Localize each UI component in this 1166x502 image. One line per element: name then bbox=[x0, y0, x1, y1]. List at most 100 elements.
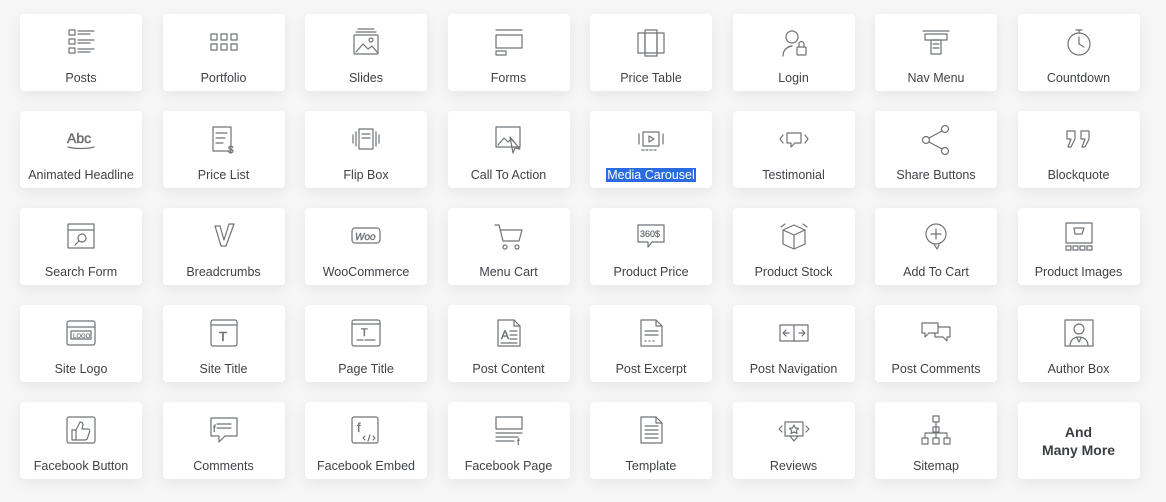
countdown-icon bbox=[1059, 24, 1099, 60]
template-icon bbox=[631, 412, 671, 448]
widget-card-post-content[interactable]: A Post Content bbox=[447, 305, 570, 382]
widget-card-media-carousel[interactable]: Media Carousel bbox=[590, 111, 712, 188]
widget-card-post-navigation[interactable]: Post Navigation bbox=[732, 305, 855, 382]
svg-text:LOGO: LOGO bbox=[73, 334, 91, 340]
widget-label: Slides bbox=[348, 71, 384, 85]
widget-card-woocommerce[interactable]: Woo WooCommerce bbox=[305, 208, 427, 285]
widget-label: Nav Menu bbox=[907, 71, 965, 85]
widget-label: WooCommerce bbox=[322, 265, 410, 279]
more-line-2: Many More bbox=[1041, 441, 1116, 458]
widget-card-template[interactable]: Template bbox=[590, 402, 712, 479]
posts-icon bbox=[61, 24, 101, 60]
portfolio-icon bbox=[204, 24, 244, 60]
svg-text:$: $ bbox=[228, 145, 234, 155]
widget-grid: Posts Portfolio Slides Forms Price Table Logi… bbox=[20, 14, 1140, 479]
widget-card-animated-headline[interactable]: Abc Animated Headline bbox=[20, 111, 142, 188]
widget-card-author-box[interactable]: Author Box bbox=[1017, 305, 1140, 382]
widget-label: Product Price bbox=[613, 265, 689, 279]
media-carousel-icon bbox=[631, 121, 671, 157]
product-images-icon bbox=[1059, 218, 1099, 254]
call-to-action-icon bbox=[489, 121, 529, 157]
widget-label: Portfolio bbox=[200, 71, 247, 85]
widget-label: Breadcrumbs bbox=[186, 265, 261, 279]
widget-card-sitemap[interactable]: Sitemap bbox=[875, 402, 997, 479]
widget-label: Animated Headline bbox=[28, 168, 134, 182]
widget-label: Posts bbox=[65, 71, 97, 85]
widget-card-price-list[interactable]: $ Price List bbox=[162, 111, 285, 188]
sitemap-icon bbox=[916, 412, 956, 448]
svg-text:f: f bbox=[213, 424, 216, 435]
widget-label: Reviews bbox=[769, 459, 818, 473]
widget-card-post-excerpt[interactable]: Post Excerpt bbox=[590, 305, 712, 382]
widget-label: Facebook Page bbox=[464, 459, 553, 473]
widget-label: Post Comments bbox=[891, 362, 981, 376]
widget-card-post-comments[interactable]: Post Comments bbox=[875, 305, 997, 382]
search-form-icon bbox=[61, 218, 101, 254]
widget-label: Flip Box bbox=[343, 168, 389, 182]
widget-label: Login bbox=[778, 71, 809, 85]
widget-label: Price Table bbox=[620, 71, 682, 85]
widget-card-slides[interactable]: Slides bbox=[305, 14, 427, 91]
widget-card-search-form[interactable]: Search Form bbox=[20, 208, 142, 285]
price-table-icon bbox=[631, 24, 671, 60]
widget-card-facebook-embed[interactable]: f Facebook Embed bbox=[305, 402, 427, 479]
post-content-icon: A bbox=[489, 315, 529, 351]
svg-text:T: T bbox=[361, 327, 368, 339]
author-box-icon bbox=[1059, 315, 1099, 351]
widget-card-blockquote[interactable]: Blockquote bbox=[1017, 111, 1140, 188]
widget-card-comments[interactable]: f Comments bbox=[162, 402, 285, 479]
widget-label: Share Buttons bbox=[896, 168, 976, 182]
widget-card-page-title[interactable]: T Page Title bbox=[305, 305, 427, 382]
widget-card-forms[interactable]: Forms bbox=[447, 14, 570, 91]
widget-label: Facebook Embed bbox=[317, 459, 415, 473]
price-list-icon: $ bbox=[204, 121, 244, 157]
widget-label: Facebook Button bbox=[33, 459, 129, 473]
widget-card-menu-cart[interactable]: Menu Cart bbox=[447, 208, 570, 285]
post-navigation-icon bbox=[774, 315, 814, 351]
widget-card-share-buttons[interactable]: Share Buttons bbox=[875, 111, 997, 188]
product-price-icon: 360$ bbox=[631, 218, 671, 254]
svg-text:f: f bbox=[517, 437, 520, 446]
menu-cart-icon bbox=[489, 218, 529, 254]
widget-card-site-title[interactable]: T Site Title bbox=[162, 305, 285, 382]
widget-card-product-price[interactable]: 360$ Product Price bbox=[590, 208, 712, 285]
facebook-button-icon bbox=[61, 412, 101, 448]
widget-label: Product Stock bbox=[754, 265, 833, 279]
slides-icon bbox=[346, 24, 386, 60]
widget-card-site-logo[interactable]: LOGO Site Logo bbox=[20, 305, 142, 382]
more-line-1: And bbox=[1064, 423, 1093, 440]
nav-menu-icon bbox=[916, 24, 956, 60]
widget-label: Site Logo bbox=[54, 362, 108, 376]
widget-card-price-table[interactable]: Price Table bbox=[590, 14, 712, 91]
widget-card-facebook-button[interactable]: Facebook Button bbox=[20, 402, 142, 479]
widget-label: Media Carousel bbox=[606, 168, 696, 182]
widget-card-breadcrumbs[interactable]: Breadcrumbs bbox=[162, 208, 285, 285]
widget-label: Search Form bbox=[44, 265, 118, 279]
widget-card-testimonial[interactable]: Testimonial bbox=[732, 111, 855, 188]
flip-box-icon bbox=[346, 121, 386, 157]
widget-card-login[interactable]: Login bbox=[732, 14, 855, 91]
and-many-more-card[interactable]: And Many More bbox=[1017, 402, 1140, 479]
svg-text:A: A bbox=[501, 328, 509, 342]
widget-card-flip-box[interactable]: Flip Box bbox=[305, 111, 427, 188]
widget-card-add-to-cart[interactable]: Add To Cart bbox=[875, 208, 997, 285]
add-to-cart-icon bbox=[916, 218, 956, 254]
widget-card-facebook-page[interactable]: f Facebook Page bbox=[447, 402, 570, 479]
widget-label: Author Box bbox=[1047, 362, 1110, 376]
widget-card-product-stock[interactable]: Product Stock bbox=[732, 208, 855, 285]
widget-card-call-to-action[interactable]: Call To Action bbox=[447, 111, 570, 188]
widget-label: Call To Action bbox=[470, 168, 547, 182]
widget-card-portfolio[interactable]: Portfolio bbox=[162, 14, 285, 91]
widget-card-reviews[interactable]: Reviews bbox=[732, 402, 855, 479]
login-icon bbox=[774, 24, 814, 60]
widget-card-nav-menu[interactable]: Nav Menu bbox=[875, 14, 997, 91]
widget-card-posts[interactable]: Posts bbox=[20, 14, 142, 91]
svg-text:360$: 360$ bbox=[640, 229, 660, 239]
widget-card-product-images[interactable]: Product Images bbox=[1017, 208, 1140, 285]
woocommerce-icon: Woo bbox=[346, 218, 386, 254]
widget-label: Site Title bbox=[199, 362, 248, 376]
and-many-more-label: And Many More bbox=[1042, 423, 1115, 459]
post-comments-icon bbox=[916, 315, 956, 351]
widget-card-countdown[interactable]: Countdown bbox=[1017, 14, 1140, 91]
testimonial-icon bbox=[774, 121, 814, 157]
